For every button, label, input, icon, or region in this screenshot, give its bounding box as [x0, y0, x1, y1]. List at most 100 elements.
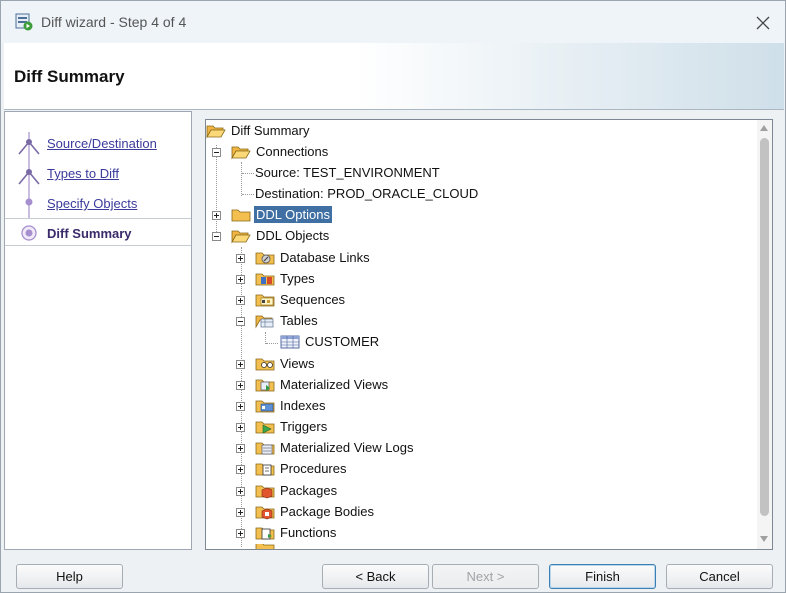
nav-item-label: Types to Diff	[47, 166, 120, 181]
expand-toggle-procedures[interactable]	[236, 465, 245, 474]
tree-node-functions[interactable]: Functions	[255, 522, 338, 543]
next-button[interactable]: Next >	[432, 564, 539, 589]
finish-button[interactable]: Finish	[549, 564, 656, 589]
trigger-icon	[255, 421, 275, 433]
tree-node-label: Materialized Views	[280, 377, 389, 392]
tree-node-label: Sequences	[280, 292, 346, 307]
nav-item-label: Diff Summary	[47, 226, 132, 241]
view-icon	[255, 358, 275, 370]
expand-toggle-types[interactable]	[236, 275, 245, 284]
tree-node-sequences[interactable]: Sequences	[255, 289, 347, 310]
scroll-down-arrow-icon[interactable]	[760, 536, 768, 542]
tree-node-label: Indexes	[280, 398, 326, 413]
tree-node-label: DDL Options	[254, 206, 332, 223]
diff-summary-tree[interactable]: Diff Summary Connections Source: TEST_EN…	[205, 119, 773, 550]
folder-icon	[231, 209, 251, 221]
folder-icon	[255, 544, 275, 549]
open-folder-icon	[231, 230, 251, 244]
nav-item-source-destination[interactable]: Source/Destination	[5, 130, 191, 156]
tree-content: Diff Summary Connections Source: TEST_EN…	[206, 120, 756, 549]
tree-node-customer[interactable]: CUSTOMER	[280, 331, 381, 352]
tree-node-label: Views	[280, 356, 315, 371]
collapse-toggle-ddl-objects[interactable]	[212, 232, 221, 241]
tree-node-label: Connections	[256, 144, 329, 159]
nav-item-types-to-diff[interactable]: Types to Diff	[5, 160, 191, 186]
function-icon	[255, 527, 275, 539]
tree-node-label: Diff Summary	[231, 123, 310, 138]
index-icon	[255, 400, 275, 412]
collapse-toggle-connections[interactable]	[212, 148, 221, 157]
tree-node-indexes[interactable]: Indexes	[255, 395, 328, 416]
sequence-icon	[255, 294, 275, 306]
tree-node-database-links[interactable]: Database Links	[255, 247, 372, 268]
tree-node-procedures[interactable]: Procedures	[255, 458, 348, 479]
completed-step-icon	[18, 169, 40, 185]
open-folder-icon	[206, 125, 226, 139]
completed-step-icon	[18, 139, 40, 155]
title-bar: Diff wizard - Step 4 of 4	[1, 1, 785, 43]
close-icon	[756, 16, 770, 30]
expand-toggle-materialized-view-logs[interactable]	[236, 444, 245, 453]
tree-node-label: Destination: PROD_ORACLE_CLOUD	[255, 186, 479, 201]
expand-toggle-sequences[interactable]	[236, 296, 245, 305]
database-link-icon	[255, 252, 275, 264]
expand-toggle-indexes[interactable]	[236, 402, 245, 411]
tree-node-label: Tables	[280, 313, 318, 328]
tree-node-materialized-view-logs[interactable]: Materialized View Logs	[255, 437, 415, 458]
tree-node-connections[interactable]: Connections	[231, 141, 330, 162]
nav-item-diff-summary[interactable]: Diff Summary	[5, 218, 191, 246]
expand-toggle-packages[interactable]	[236, 487, 245, 496]
tree-node-source[interactable]: Source: TEST_ENVIRONMENT	[253, 162, 442, 183]
tree-node-label: Packages	[280, 483, 338, 498]
type-icon	[255, 273, 275, 285]
scroll-thumb[interactable]	[760, 138, 769, 516]
tree-node-tables[interactable]: Tables	[255, 310, 320, 331]
tree-node-materialized-views[interactable]: Materialized Views	[255, 374, 390, 395]
expand-toggle-ddl-options[interactable]	[212, 211, 221, 220]
back-button[interactable]: < Back	[322, 564, 429, 589]
tree-node-ddl-options[interactable]: DDL Options	[231, 204, 332, 225]
window-title: Diff wizard - Step 4 of 4	[41, 14, 187, 30]
table-folder-icon	[255, 315, 274, 329]
expand-toggle-views[interactable]	[236, 360, 245, 369]
help-button[interactable]: Help	[16, 564, 123, 589]
nav-item-specify-objects[interactable]: Specify Objects	[5, 190, 191, 216]
tree-node-destination[interactable]: Destination: PROD_ORACLE_CLOUD	[253, 183, 480, 204]
tree-node-packages[interactable]: Packages	[255, 480, 339, 501]
tree-node-root[interactable]: Diff Summary	[206, 120, 312, 141]
tree-node-types[interactable]: Types	[255, 268, 317, 289]
tree-node-ddl-objects[interactable]: DDL Objects	[231, 225, 331, 246]
scroll-up-arrow-icon[interactable]	[760, 125, 768, 131]
tree-node-label: Source: TEST_ENVIRONMENT	[255, 165, 440, 180]
expand-toggle-functions[interactable]	[236, 529, 245, 538]
collapse-toggle-tables[interactable]	[236, 317, 245, 326]
expand-toggle-materialized-views[interactable]	[236, 381, 245, 390]
wizard-steps-nav: Source/Destination Types to Diff Specify…	[4, 111, 192, 550]
tree-node-package-bodies[interactable]: Package Bodies	[255, 501, 376, 522]
current-step-icon	[21, 225, 37, 241]
cancel-button[interactable]: Cancel	[666, 564, 773, 589]
tree-node-partial	[255, 544, 278, 549]
expand-toggle-package-bodies[interactable]	[236, 508, 245, 517]
tree-node-label: Materialized View Logs	[280, 440, 414, 455]
package-icon	[255, 485, 275, 498]
wizard-app-icon	[15, 13, 33, 31]
tree-node-views[interactable]: Views	[255, 353, 316, 374]
completed-step-icon	[25, 198, 33, 206]
tree-node-label: Package Bodies	[280, 504, 374, 519]
tree-node-label: Procedures	[280, 461, 347, 476]
materialized-view-icon	[255, 379, 275, 391]
tree-node-label: Functions	[280, 525, 337, 540]
close-button[interactable]	[749, 9, 777, 37]
tree-node-label: CUSTOMER	[305, 334, 380, 349]
tree-scrollbar[interactable]	[757, 120, 772, 549]
nav-item-label: Specify Objects	[47, 196, 138, 211]
package-body-icon	[255, 506, 275, 519]
expand-toggle-database-links[interactable]	[236, 254, 245, 263]
diff-wizard-window: Diff wizard - Step 4 of 4 Diff Summary S…	[0, 0, 786, 593]
tree-node-label: Database Links	[280, 250, 370, 265]
tree-node-triggers[interactable]: Triggers	[255, 416, 329, 437]
page-title: Diff Summary	[14, 67, 125, 86]
table-icon	[280, 335, 300, 348]
expand-toggle-triggers[interactable]	[236, 423, 245, 432]
